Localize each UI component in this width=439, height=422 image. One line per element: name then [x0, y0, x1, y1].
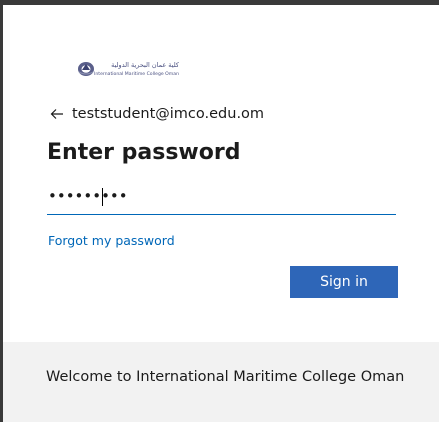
page-title: Enter password [47, 140, 241, 165]
sign-in-button[interactable]: Sign in [290, 266, 398, 298]
account-email: teststudent@imco.edu.om [72, 106, 265, 122]
forgot-password-link[interactable]: Forgot my password [48, 233, 175, 248]
footer-banner: Welcome to International Maritime Colleg… [3, 342, 439, 422]
footer-text: Welcome to International Maritime Colleg… [46, 369, 405, 385]
logo-arabic-text: كلية عمان البحرية الدولية [111, 61, 180, 69]
password-field-container [47, 182, 397, 215]
text-caret [102, 188, 103, 206]
institution-logo-icon: كلية عمان البحرية الدولية International … [78, 61, 180, 77]
back-arrow-icon[interactable] [50, 107, 64, 121]
password-input[interactable] [47, 182, 397, 210]
logo-english-text: International Maritime College Oman [94, 71, 179, 77]
identity-banner[interactable]: teststudent@imco.edu.om [50, 106, 264, 122]
